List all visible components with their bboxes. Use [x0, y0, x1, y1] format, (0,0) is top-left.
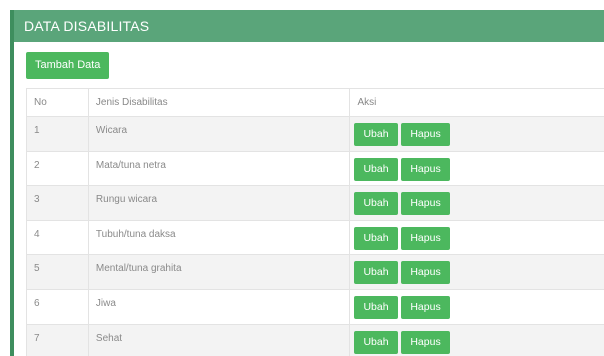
- row-number: 2: [26, 150, 89, 187]
- edit-button[interactable]: Ubah: [354, 192, 398, 216]
- table-row: 2 Mata/tuna netra Ubah Hapus: [26, 150, 604, 187]
- row-actions: Ubah Hapus: [349, 323, 604, 356]
- table-row: 4 Tubuh/tuna daksa Ubah Hapus: [26, 219, 604, 256]
- row-actions: Ubah Hapus: [349, 288, 604, 325]
- row-number: 5: [26, 254, 89, 290]
- row-jenis: Mental/tuna grahita: [87, 254, 351, 290]
- row-jenis: Jiwa: [87, 288, 351, 325]
- delete-button[interactable]: Hapus: [401, 261, 450, 285]
- row-jenis: Rungu wicara: [87, 185, 351, 221]
- edit-button[interactable]: Ubah: [354, 226, 398, 250]
- row-jenis: Mata/tuna netra: [87, 150, 351, 187]
- table-row: 5 Mental/tuna grahita Ubah Hapus: [26, 254, 604, 290]
- delete-button[interactable]: Hapus: [401, 330, 450, 354]
- edit-button[interactable]: Ubah: [354, 157, 398, 181]
- table-row: 3 Rungu wicara Ubah Hapus: [26, 185, 604, 221]
- disabilitas-table: No Jenis Disabilitas Aksi 1 Wicara Ubah …: [26, 88, 604, 356]
- row-actions: Ubah Hapus: [349, 219, 604, 256]
- edit-button[interactable]: Ubah: [354, 261, 398, 285]
- table-row: 6 Jiwa Ubah Hapus: [26, 288, 604, 325]
- delete-button[interactable]: Hapus: [401, 123, 450, 146]
- row-number: 7: [26, 323, 89, 356]
- delete-button[interactable]: Hapus: [401, 295, 450, 319]
- row-actions: Ubah Hapus: [349, 185, 604, 221]
- column-header-aksi: Aksi: [349, 88, 604, 117]
- column-header-jenis: Jenis Disabilitas: [87, 88, 351, 117]
- edit-button[interactable]: Ubah: [354, 123, 398, 146]
- data-disabilitas-panel: DATA DISABILITAS Tambah Data No Jenis Di…: [10, 10, 604, 356]
- row-jenis: Sehat: [87, 323, 351, 356]
- row-actions: Ubah Hapus: [349, 254, 604, 290]
- row-number: 1: [26, 116, 89, 152]
- edit-button[interactable]: Ubah: [354, 330, 398, 354]
- row-number: 4: [26, 219, 89, 256]
- row-actions: Ubah Hapus: [349, 116, 604, 152]
- table-header-row: No Jenis Disabilitas Aksi: [26, 88, 604, 117]
- row-jenis: Tubuh/tuna daksa: [87, 219, 351, 256]
- edit-button[interactable]: Ubah: [354, 295, 398, 319]
- panel-title: DATA DISABILITAS: [14, 10, 604, 42]
- row-actions: Ubah Hapus: [349, 150, 604, 187]
- row-number: 6: [26, 288, 89, 325]
- column-header-no: No: [26, 88, 89, 117]
- row-number: 3: [26, 185, 89, 221]
- delete-button[interactable]: Hapus: [401, 157, 450, 181]
- delete-button[interactable]: Hapus: [401, 226, 450, 250]
- table-row: 7 Sehat Ubah Hapus: [26, 323, 604, 356]
- table-row: 1 Wicara Ubah Hapus: [26, 116, 604, 152]
- delete-button[interactable]: Hapus: [401, 192, 450, 216]
- add-data-button[interactable]: Tambah Data: [26, 52, 110, 79]
- row-jenis: Wicara: [87, 116, 351, 152]
